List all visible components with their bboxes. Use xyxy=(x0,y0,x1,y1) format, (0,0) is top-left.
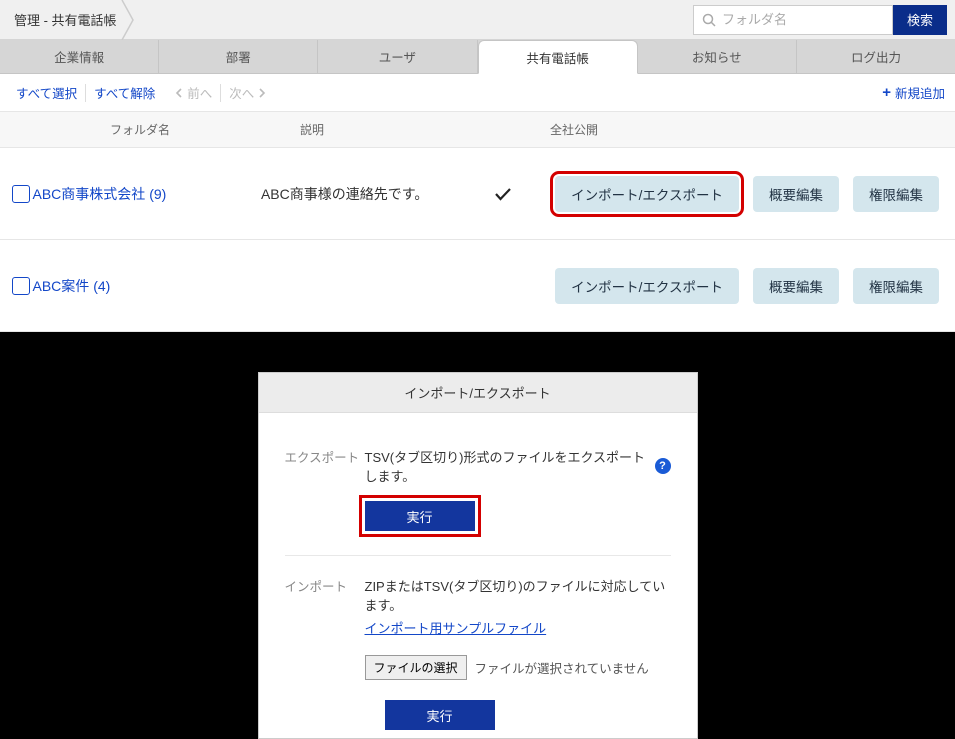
edit-summary-button[interactable]: 概要編集 xyxy=(753,268,839,304)
tab-shared-phonebook[interactable]: 共有電話帳 xyxy=(478,40,638,74)
tab-log[interactable]: ログ出力 xyxy=(797,40,955,73)
tab-notice[interactable]: お知らせ xyxy=(638,40,797,73)
export-label: エクスポート xyxy=(285,447,365,531)
edit-permissions-button[interactable]: 権限編集 xyxy=(853,176,939,212)
deselect-all-link[interactable]: すべて解除 xyxy=(88,83,161,102)
tab-user[interactable]: ユーザ xyxy=(318,40,477,73)
search-icon xyxy=(702,13,716,27)
th-public: 全社公開 xyxy=(520,121,640,138)
search-input[interactable] xyxy=(722,12,898,27)
choose-file-button[interactable]: ファイルの選択 xyxy=(365,655,467,680)
import-sample-link[interactable]: インポート用サンプルファイル xyxy=(365,618,547,637)
tab-dept[interactable]: 部署 xyxy=(159,40,318,73)
import-execute-button[interactable]: 実行 xyxy=(385,700,495,730)
search-box[interactable] xyxy=(693,5,893,35)
breadcrumb: 管理 - 共有電話帳 xyxy=(0,0,685,39)
tabs: 企業情報 部署 ユーザ 共有電話帳 お知らせ ログ出力 xyxy=(0,40,955,74)
th-desc: 説明 xyxy=(300,121,520,138)
breadcrumb-chevron-icon xyxy=(121,0,137,40)
import-text: ZIPまたはTSV(タブ区切り)のファイルに対応しています。 xyxy=(365,576,671,614)
separator xyxy=(220,84,221,102)
export-text: TSV(タブ区切り)形式のファイルをエクスポートします。 xyxy=(365,447,649,485)
row-public xyxy=(451,187,555,201)
import-export-button[interactable]: インポート/エクスポート xyxy=(555,176,739,212)
row-desc: ABC商事様の連絡先です。 xyxy=(261,184,451,204)
row-checkbox[interactable] xyxy=(12,277,30,295)
table-header: フォルダ名 説明 全社公開 xyxy=(0,112,955,148)
file-status: ファイルが選択されていません xyxy=(475,658,649,677)
select-all-link[interactable]: すべて選択 xyxy=(10,83,83,102)
pager-next[interactable]: 次へ xyxy=(223,83,272,102)
edit-summary-button[interactable]: 概要編集 xyxy=(753,176,839,212)
folder-link[interactable]: ABC商事株式会社 (9) xyxy=(33,184,261,204)
pager-prev[interactable]: 前へ xyxy=(169,83,218,102)
separator xyxy=(85,84,86,102)
dialog-title: インポート/エクスポート xyxy=(259,373,697,413)
add-new-button[interactable]: + 新規追加 xyxy=(882,83,945,102)
th-folder: フォルダ名 xyxy=(0,121,300,138)
export-execute-button[interactable]: 実行 xyxy=(365,501,475,531)
chevron-right-icon xyxy=(258,88,266,98)
edit-permissions-button[interactable]: 権限編集 xyxy=(853,268,939,304)
chevron-left-icon xyxy=(175,88,183,98)
import-label: インポート xyxy=(285,576,365,730)
tab-company[interactable]: 企業情報 xyxy=(0,40,159,73)
row-checkbox[interactable] xyxy=(12,185,30,203)
import-export-button[interactable]: インポート/エクスポート xyxy=(555,268,739,304)
folder-link[interactable]: ABC案件 (4) xyxy=(33,276,261,296)
import-export-dialog: インポート/エクスポート エクスポート TSV(タブ区切り)形式のファイルをエク… xyxy=(258,372,698,739)
plus-icon: + xyxy=(882,84,891,101)
breadcrumb-title: 管理 - 共有電話帳 xyxy=(14,10,117,29)
search-button[interactable]: 検索 xyxy=(893,5,947,35)
help-icon[interactable]: ? xyxy=(655,458,671,474)
check-icon xyxy=(495,187,511,201)
table-row: ABC商事株式会社 (9) ABC商事様の連絡先です。 インポート/エクスポート… xyxy=(0,148,955,240)
table-row: ABC案件 (4) インポート/エクスポート 概要編集 権限編集 xyxy=(0,240,955,332)
